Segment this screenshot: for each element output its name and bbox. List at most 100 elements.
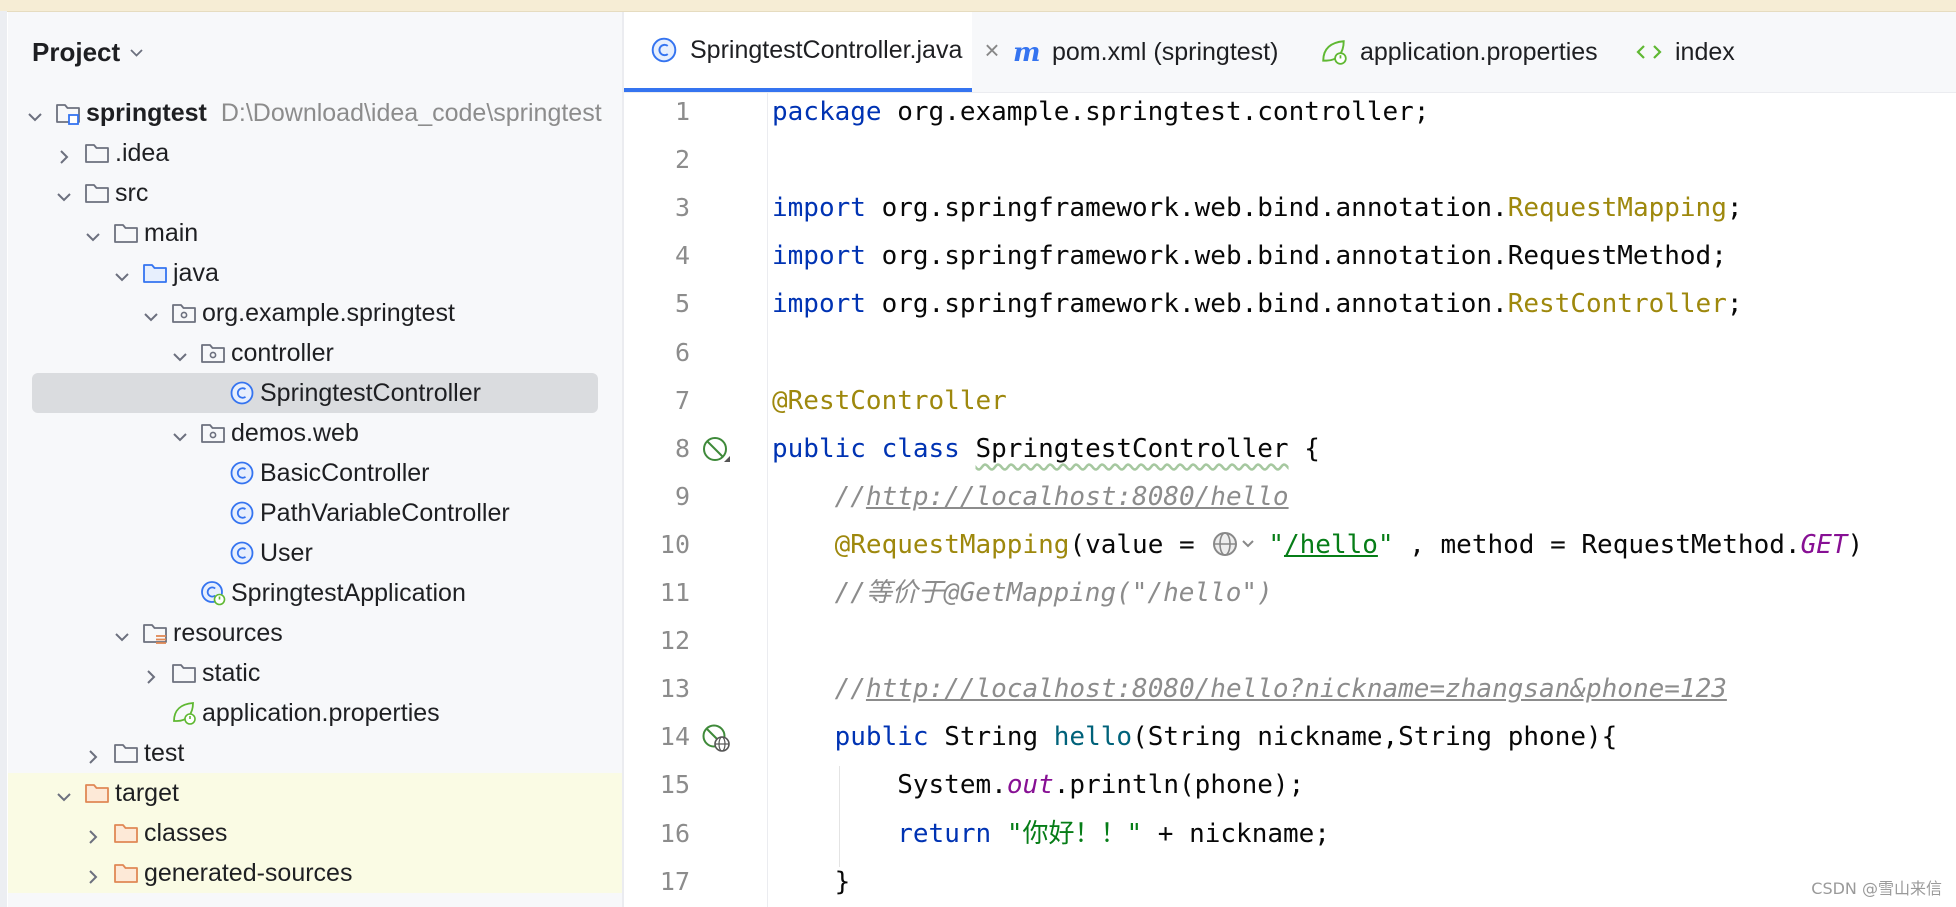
chevron-right-icon[interactable] [84,824,102,844]
chevron-down-icon[interactable] [171,344,189,362]
code-line[interactable]: 5 import org.springframework.web.bind.ann… [624,280,1956,328]
tree-item-label: demos.web [231,419,359,447]
line-number: 15 [659,770,690,800]
code-line[interactable]: 12 [624,617,1956,665]
excluded-folder-icon [84,780,110,806]
code-line[interactable]: 16 return "你好！！" + nickname; [624,810,1956,858]
tree-item-test[interactable]: test [8,733,622,773]
tree-item-demos-web[interactable]: demos.web [8,413,622,453]
watermark: CSDN @雪山来信 [1811,879,1942,898]
class-icon [229,460,255,486]
code-text: package org.example.springtest.controlle… [772,97,1430,127]
endpoint-icon[interactable] [701,723,731,753]
project-panel: Project springtest D:\Download\idea_code\… [8,12,622,907]
tree-item-basiccontroller[interactable]: BasicController [8,453,622,493]
code-line[interactable]: 6 [624,329,1956,377]
project-panel-header[interactable]: Project [8,12,143,92]
tree-item-springtestcontroller[interactable]: SpringtestController [8,373,622,413]
tree-item-label: target [115,779,179,807]
html-icon [1635,38,1663,66]
tree-item-label: resources [173,619,283,647]
code-line[interactable]: 9 //http://localhost:8080/hello [624,473,1956,521]
code-editor[interactable]: 1 package org.example.springtest.controll… [624,93,1956,907]
line-number: 9 [674,481,690,511]
code-line[interactable]: 7 @RestController [624,377,1956,425]
tree-item-java[interactable]: java [8,253,622,293]
chevron-down-icon[interactable] [142,304,160,322]
tab-label: SpringtestController.java [690,35,963,64]
module-folder-icon [55,100,81,126]
tab-pom-xml-springtest-[interactable]: m pom.xml (springtest) [986,12,1278,92]
editor-tabs: SpringtestController.java × m pom.xml (spri… [624,12,1956,93]
folder-icon [113,220,139,246]
globe-inlay-icon[interactable] [1210,527,1268,557]
code-line[interactable]: 13 //http://localhost:8080/hello?nicknam… [624,665,1956,713]
line-number: 6 [674,337,690,367]
tree-item-org-example-springtest[interactable]: org.example.springtest [8,293,622,333]
code-text: @RequestMapping(value = "/hello" , metho… [772,521,1864,569]
tree-item-label: BasicController [260,459,430,487]
tree-item-label: static [202,659,261,687]
chevron-down-icon[interactable] [55,184,73,202]
tree-item-pathvariablecontroller[interactable]: PathVariableController [8,493,622,533]
line-number: 2 [674,145,690,175]
chevron-right-icon[interactable] [55,144,73,164]
tree-item-generated-sources[interactable]: generated-sources [8,853,622,893]
code-line[interactable]: 3 import org.springframework.web.bind.ann… [624,184,1956,232]
tree-item-label: org.example.springtest [202,299,455,327]
tree-item-label: PathVariableController [260,499,510,527]
chevron-down-icon[interactable] [113,624,131,642]
tree-item-static[interactable]: static [8,653,622,693]
tree-item--idea[interactable]: .idea [8,133,622,173]
code-line[interactable]: 2 [624,136,1956,184]
line-number: 10 [659,529,690,559]
tree-item-classes[interactable]: classes [8,813,622,853]
tree-item-label: SpringtestController [260,379,481,407]
line-number: 11 [659,578,690,607]
code-line[interactable]: 15 System.out.println(phone); [624,761,1956,809]
tab-index[interactable]: index [1609,12,1735,92]
tab-label: index [1675,37,1735,66]
tree-item-label: main [144,219,199,247]
code-text: //http://localhost:8080/hello?nickname=z… [834,674,1727,705]
tree-item-springtest[interactable]: springtest D:\Download\idea_code\springte… [8,93,622,133]
chevron-right-icon[interactable] [84,864,102,884]
code-text: import org.springframework.web.bind.anno… [772,193,1743,224]
class-icon [229,500,255,526]
code-line[interactable]: 1 package org.example.springtest.controll… [624,93,1956,136]
tree-item-label: .idea [115,139,170,167]
chevron-down-icon[interactable] [130,46,143,59]
tab-springtestcontroller-java[interactable]: SpringtestController.java × [624,12,1000,92]
tree-item-controller[interactable]: controller [8,333,622,373]
project-tree: springtest D:\Download\idea_code\springte… [8,93,622,893]
tree-item-application-properties[interactable]: application.properties [8,693,622,733]
chevron-right-icon[interactable] [142,664,160,684]
tree-item-resources[interactable]: resources [8,613,622,653]
code-line[interactable]: 8 public class SpringtestController { [624,425,1956,473]
code-line[interactable]: 17 } [624,858,1956,906]
tree-item-src[interactable]: src [8,173,622,213]
chevron-down-icon[interactable] [113,264,131,282]
maven-icon: m [1012,38,1041,68]
chevron-down-icon[interactable] [171,424,189,442]
code-line[interactable]: 14 public String hello(String nickname,S… [624,713,1956,761]
code-text: //等价于@GetMapping("/hello") [834,578,1273,608]
chevron-down-icon[interactable] [84,224,102,242]
tree-item-target[interactable]: target [8,773,622,813]
tree-item-main[interactable]: main [8,213,622,253]
code-text: import org.springframework.web.bind.anno… [772,241,1727,272]
tree-item-user[interactable]: User [8,533,622,573]
tree-item-springtestapplication[interactable]: SpringtestApplication [8,573,622,613]
project-panel-title: Project [32,36,121,67]
code-line[interactable]: 10 @RequestMapping(value = "/hello" , me… [624,521,1956,569]
chevron-down-icon[interactable] [55,784,73,802]
code-line[interactable]: 4 import org.springframework.web.bind.ann… [624,232,1956,280]
chevron-right-icon[interactable] [84,744,102,764]
code-line[interactable]: 11 //等价于@GetMapping("/hello") [624,569,1956,617]
bean-icon[interactable] [701,435,731,465]
package-icon [171,300,197,326]
tab-application-properties[interactable]: application.properties [1294,12,1598,92]
chevron-down-icon[interactable] [26,104,44,122]
line-number: 3 [674,193,690,223]
resources-folder-icon [142,620,168,646]
